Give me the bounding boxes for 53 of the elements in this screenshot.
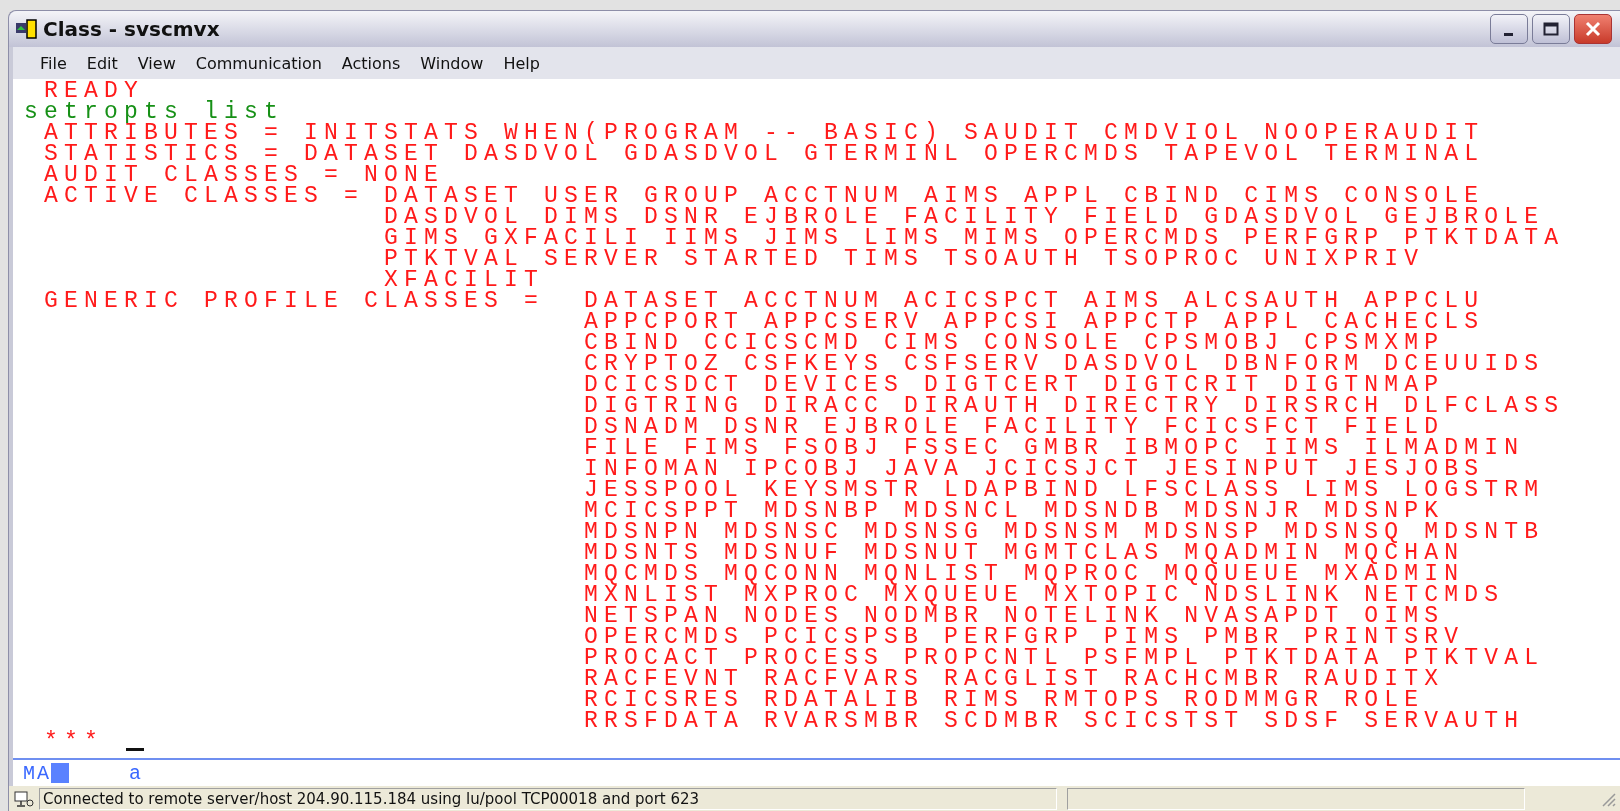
terminal-line: MQCMDS MQCONN MQNLIST MQPROC MQQUEUE MXADMIN [583, 564, 1465, 585]
terminal-line: MDSNPN MDSNSC MDSNSG MDSNSM MDSNSP MDSNSQ MDSNTB [583, 522, 1545, 543]
terminal-line: RRSFDATA RVARSMBR SCDMBR SCICSTST SDSF SERVAUTH [583, 711, 1525, 732]
terminal-line: ATTRIBUTES = INITSTATS WHEN(PROGRAM -- BASIC) SAUDIT CMDVIOL NOOPERAUDIT [44, 123, 1485, 144]
terminal-line: PTKTVAL SERVER STARTED TIMS TSOAUTH TSOPROC UNIXPRIV [383, 249, 1425, 270]
terminal-line: APPCPORT APPCSERV APPCSI APPCTP APPL CACHECLS [583, 312, 1485, 333]
terminal-line: RCICSRES RDATALIB RIMS RMTOPS RODMMGR ROLE [583, 690, 1425, 711]
connection-icon [13, 789, 35, 809]
terminal-line: PROCACT PROCESS PROPCNTL PSFMPL PTKTDATA PTKTVAL [583, 648, 1545, 669]
terminal-line: DSNADM DSNR EJBROLE FACILITY FCICSFCT FIELD [583, 417, 1445, 438]
terminal-icon [15, 18, 39, 40]
terminal-line: JESSPOOL KEYSMSTR LDAPBIND LFSCLASS LIMS LOGSTRM [583, 480, 1545, 501]
terminal-line: READY [44, 81, 144, 102]
terminal-line: RACFEVNT RACFVARS RACGLIST RACHCMBR RAUDITX [583, 669, 1445, 690]
terminal-line: OPERCMDS PCICSPSB PERFGRP PIMS PMBR PRINTSRV [583, 627, 1465, 648]
terminal-line: AUDIT CLASSES = NONE [43, 165, 445, 186]
terminal-line: CRYPTOZ CSFKEYS CSFSERV DASDVOL DBNFORM DCEUUIDS [583, 354, 1545, 375]
status-block-icon [51, 763, 69, 783]
terminal-line: setropts list [24, 102, 285, 123]
window-title: Class - svscmvx [43, 17, 221, 41]
menu-item[interactable]: View [128, 51, 185, 75]
terminal-line: FILE FIMS FSOBJ FSSEC GMBR IBMOPC IIMS ILMADMIN [583, 438, 1525, 459]
menu-item[interactable]: File [31, 51, 76, 75]
terminal-line: XFACILIT [384, 270, 545, 291]
menu-item[interactable]: Help [494, 51, 549, 75]
terminal-line: ACTIVE CLASSES = DATASET USER GROUP ACCTNUM AIMS APPL CBIND CIMS CONSOLE [43, 186, 1485, 207]
terminal-line: MXNLIST MXPROC MXQUEUE MXTOPIC NDSLINK NETCMDS [583, 585, 1505, 606]
terminal-line: GIMS GXFACILI IIMS JIMS LIMS MIMS OPERCMDS PERFGRP PTKTDATA [383, 228, 1565, 249]
terminal-line: CBIND CCICSCMD CIMS CONSOLE CPSMOBJ CPSMXMP [583, 333, 1445, 354]
close-button[interactable] [1574, 14, 1612, 44]
terminal-line: DIGTRING DIRACC DIRAUTH DIRECTRY DIRSRCH DLFCLASS [583, 396, 1565, 417]
menu-item[interactable]: Window [411, 51, 493, 75]
close-icon [1583, 19, 1603, 39]
menu-item[interactable]: Actions [332, 51, 410, 75]
status-text: Connected to remote server/host 204.90.115.184 using lu/pool TCP00018 and port 623 [39, 788, 1057, 810]
terminal-line: NETSPAN NODES NODMBR NOTELINK NVASAPDT OIMS [583, 606, 1445, 627]
maximize-button[interactable] [1532, 14, 1570, 44]
terminal-line: DASDVOL DIMS DSNR EJBROLE FACILITY FIELD GDASDVOL GEJBROLE [383, 207, 1545, 228]
terminal-line: *** [43, 732, 104, 753]
terminal-line: MDSNTS MDSNUF MDSNUT MGMTCLAS MQADMIN MQCHAN [583, 543, 1465, 564]
menu-item[interactable]: Communication [186, 51, 331, 75]
terminal-line: MCICSPPT MDSNBP MDSNCL MDSNDB MDSNJR MDSNPK [583, 501, 1445, 522]
terminal-line: STATISTICS = DATASET DASDVOL GDASDVOL GTERMINL OPERCMDS TAPEVOL TERMINAL [43, 144, 1485, 165]
terminal-line: INFOMAN IPCOBJ JAVA JCICSJCT JESINPUT JESJOBS [583, 459, 1485, 480]
cursor-icon [126, 748, 144, 751]
resize-grip-icon [1600, 791, 1616, 807]
session-letter: a [129, 761, 142, 785]
menu-item[interactable]: Edit [77, 51, 127, 75]
session-indicator: MA [23, 761, 51, 785]
minimize-button[interactable] [1490, 14, 1528, 44]
terminal-line: DCICSDCT DEVICES DIGTCERT DIGTCRIT DIGTNMAP [583, 375, 1445, 396]
minimize-icon [1503, 32, 1513, 36]
terminal-line: GENERIC PROFILE CLASSES = DATASET ACCTNUM ACICSPCT AIMS ALCSAUTH APPCLU [43, 291, 1485, 312]
